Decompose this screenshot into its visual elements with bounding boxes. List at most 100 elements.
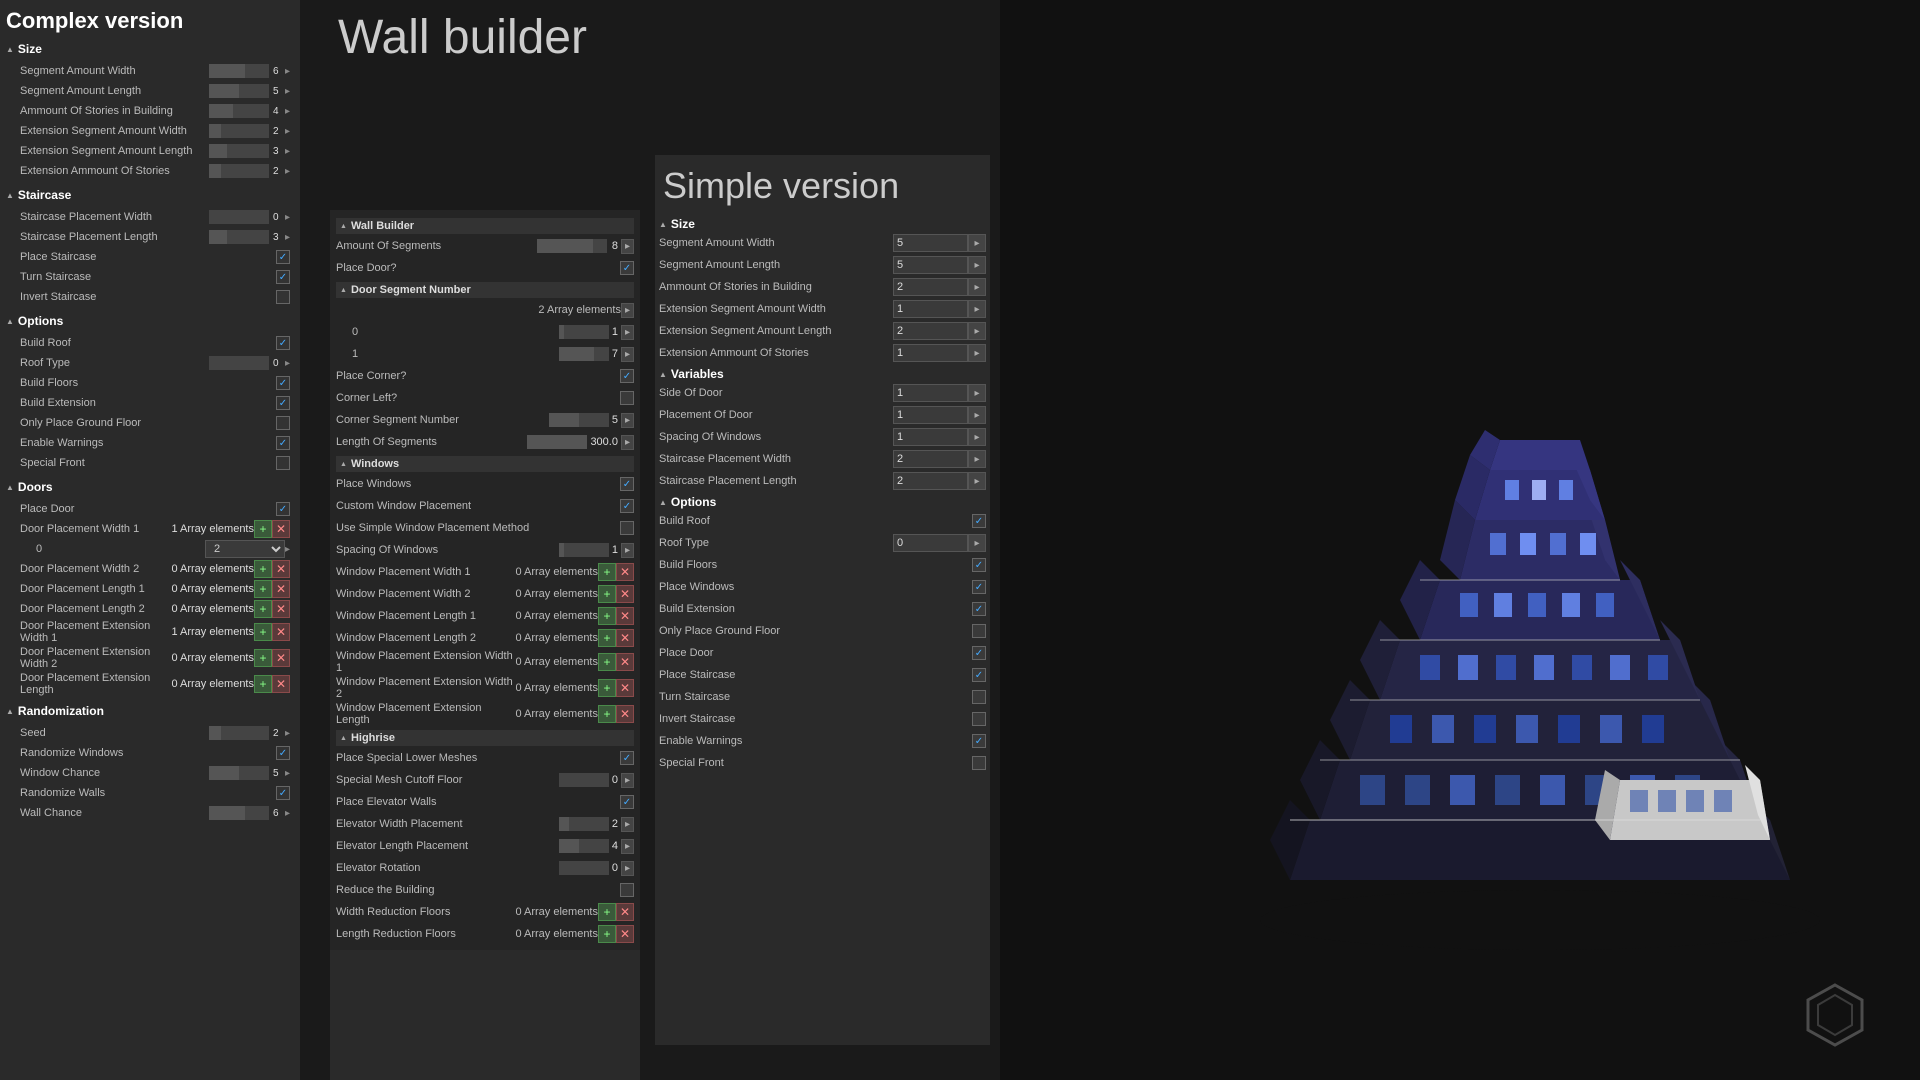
win-l2-add[interactable]: + <box>598 629 616 647</box>
build-ext-checkbox[interactable] <box>276 396 290 410</box>
sv-turn-staircase-checkbox[interactable] <box>972 690 986 704</box>
door-len1-add[interactable]: + <box>254 580 272 598</box>
sv-stories-input[interactable] <box>893 278 968 296</box>
door-ext-width2-add[interactable]: + <box>254 649 272 667</box>
win-l1-del[interactable]: ✕ <box>616 607 634 625</box>
custom-window-checkbox[interactable] <box>620 499 634 513</box>
door-width1-del[interactable]: ✕ <box>272 520 290 538</box>
door-len2-add[interactable]: + <box>254 600 272 618</box>
sv-build-floors-checkbox[interactable] <box>972 558 986 572</box>
roof-type-slider[interactable]: 0 ▸ <box>209 356 290 370</box>
sv-place-staircase-checkbox[interactable] <box>972 668 986 682</box>
reduce-building-checkbox[interactable] <box>620 883 634 897</box>
enable-warnings-checkbox[interactable] <box>276 436 290 450</box>
place-door-wb-checkbox[interactable] <box>620 261 634 275</box>
door-ext-width1-del[interactable]: ✕ <box>272 623 290 641</box>
ext-seg-width-slider[interactable]: 2 ▸ <box>209 124 290 138</box>
win-ext-w2-del[interactable]: ✕ <box>616 679 634 697</box>
elev-rot-btn[interactable]: ▸ <box>621 861 634 876</box>
simple-window-checkbox[interactable] <box>620 521 634 535</box>
doors-section-header[interactable]: Doors <box>6 480 294 494</box>
sv-roof-type-btn[interactable]: ▸ <box>968 534 986 552</box>
sv-stories-btn[interactable]: ▸ <box>968 278 986 296</box>
door-len1-del[interactable]: ✕ <box>272 580 290 598</box>
win-ext-l-del[interactable]: ✕ <box>616 705 634 723</box>
win-w1-add[interactable]: + <box>598 563 616 581</box>
length-reduction-del[interactable]: ✕ <box>616 925 634 943</box>
amount-seg-btn[interactable]: ▸ <box>621 239 634 254</box>
highrise-header[interactable]: Highrise <box>336 730 634 746</box>
corner-seg-btn[interactable]: ▸ <box>621 413 634 428</box>
sv-place-door-btn[interactable]: ▸ <box>968 406 986 424</box>
rand-walls-checkbox[interactable] <box>276 786 290 800</box>
door-width2-add[interactable]: + <box>254 560 272 578</box>
sv-ext-stories-input[interactable] <box>893 344 968 362</box>
sv-stair-len-input[interactable] <box>893 472 968 490</box>
sv-place-windows-checkbox[interactable] <box>972 580 986 594</box>
win-ext-l-add[interactable]: + <box>598 705 616 723</box>
randomization-section-header[interactable]: Randomization <box>6 704 294 718</box>
width-reduction-add[interactable]: + <box>598 903 616 921</box>
sv-options-header[interactable]: Options <box>659 495 986 509</box>
win-ext-w1-del[interactable]: ✕ <box>616 653 634 671</box>
door-seg-expand[interactable]: ▸ <box>621 303 634 318</box>
build-roof-checkbox[interactable] <box>276 336 290 350</box>
sv-place-door-opt-checkbox[interactable] <box>972 646 986 660</box>
size-section-header[interactable]: Size <box>6 42 294 56</box>
sv-vars-header[interactable]: Variables <box>659 367 986 381</box>
door-seg0-btn[interactable]: ▸ <box>621 325 634 340</box>
sv-side-door-btn[interactable]: ▸ <box>968 384 986 402</box>
door-width1-add[interactable]: + <box>254 520 272 538</box>
door-ext-len-add[interactable]: + <box>254 675 272 693</box>
sv-side-door-input[interactable] <box>893 384 968 402</box>
win-w2-add[interactable]: + <box>598 585 616 603</box>
door-width2-del[interactable]: ✕ <box>272 560 290 578</box>
win-ext-w2-add[interactable]: + <box>598 679 616 697</box>
door-seg1-btn[interactable]: ▸ <box>621 347 634 362</box>
rand-windows-checkbox[interactable] <box>276 746 290 760</box>
special-front-checkbox[interactable] <box>276 456 290 470</box>
win-w2-del[interactable]: ✕ <box>616 585 634 603</box>
turn-staircase-checkbox[interactable] <box>276 270 290 284</box>
door-seg-header[interactable]: Door Segment Number <box>336 282 634 298</box>
sv-build-roof-checkbox[interactable] <box>972 514 986 528</box>
build-floors-checkbox[interactable] <box>276 376 290 390</box>
sv-seg-len-input[interactable] <box>893 256 968 274</box>
length-reduction-add[interactable]: + <box>598 925 616 943</box>
win-w1-del[interactable]: ✕ <box>616 563 634 581</box>
sv-ext-seg-len-input[interactable] <box>893 322 968 340</box>
len-seg-btn[interactable]: ▸ <box>621 435 634 450</box>
sv-spacing-btn[interactable]: ▸ <box>968 428 986 446</box>
sv-build-ext-checkbox[interactable] <box>972 602 986 616</box>
sv-invert-staircase-checkbox[interactable] <box>972 712 986 726</box>
sv-special-front-checkbox[interactable] <box>972 756 986 770</box>
corner-left-checkbox[interactable] <box>620 391 634 405</box>
sv-seg-width-btn[interactable]: ▸ <box>968 234 986 252</box>
options-section-header[interactable]: Options <box>6 314 294 328</box>
special-cutoff-btn[interactable]: ▸ <box>621 773 634 788</box>
seg-length-slider[interactable]: 5 ▸ <box>209 84 290 98</box>
amount-seg-value[interactable]: 8 ▸ <box>537 239 634 254</box>
seg-width-slider[interactable]: 6 ▸ <box>209 64 290 78</box>
seed-slider[interactable]: 2 ▸ <box>209 726 290 740</box>
door-width1-dropdown[interactable]: 2 <box>205 540 285 558</box>
elev-width-btn[interactable]: ▸ <box>621 817 634 832</box>
stair-len-slider[interactable]: 3 ▸ <box>209 230 290 244</box>
win-l1-add[interactable]: + <box>598 607 616 625</box>
place-corner-checkbox[interactable] <box>620 369 634 383</box>
place-windows-checkbox[interactable] <box>620 477 634 491</box>
wall-chance-slider[interactable]: 6 ▸ <box>209 806 290 820</box>
stories-slider[interactable]: 4 ▸ <box>209 104 290 118</box>
door-len2-del[interactable]: ✕ <box>272 600 290 618</box>
wb-main-header[interactable]: Wall Builder <box>336 218 634 234</box>
sv-spacing-input[interactable] <box>893 428 968 446</box>
sv-ext-stories-btn[interactable]: ▸ <box>968 344 986 362</box>
place-staircase-checkbox[interactable] <box>276 250 290 264</box>
ext-seg-len-slider[interactable]: 3 ▸ <box>209 144 290 158</box>
sv-ext-seg-len-btn[interactable]: ▸ <box>968 322 986 340</box>
sv-place-door-input[interactable] <box>893 406 968 424</box>
elev-len-btn[interactable]: ▸ <box>621 839 634 854</box>
stair-width-slider[interactable]: 0 ▸ <box>209 210 290 224</box>
sv-roof-type-input[interactable] <box>893 534 968 552</box>
only-ground-checkbox[interactable] <box>276 416 290 430</box>
